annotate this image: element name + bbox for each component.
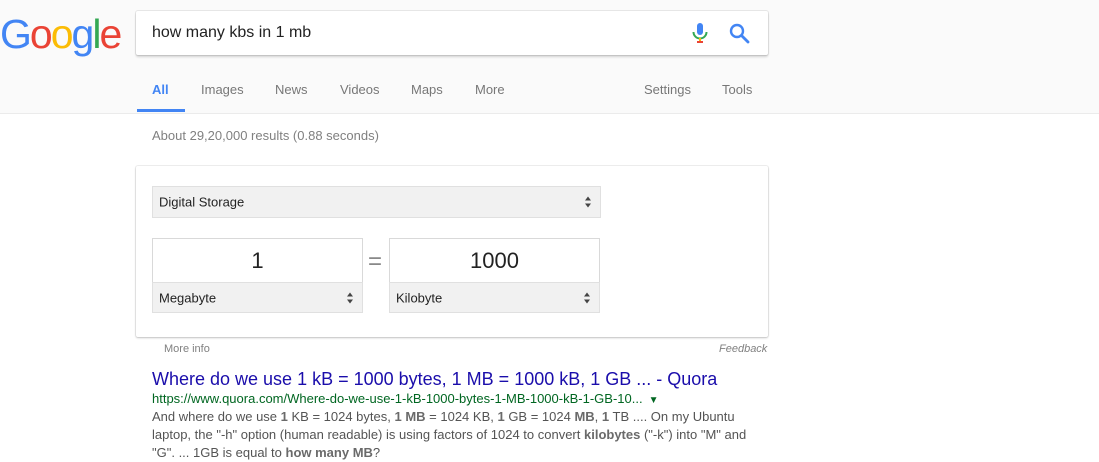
snippet-text: = 1024 KB, — [425, 409, 498, 424]
updown-icon — [347, 292, 353, 303]
to-unit-select[interactable]: Kilobyte — [389, 282, 600, 313]
from-value-input[interactable] — [152, 238, 363, 283]
active-tab-indicator — [137, 109, 185, 112]
feedback-link[interactable]: Feedback — [719, 343, 767, 355]
to-unit-label: Kilobyte — [396, 290, 443, 305]
tab-tools[interactable]: Tools — [722, 70, 752, 114]
more-info-link[interactable]: More info — [164, 343, 210, 355]
logo-letter: o — [29, 11, 53, 57]
updown-icon — [585, 196, 591, 208]
category-select[interactable]: Digital Storage — [152, 186, 601, 218]
snippet-text: 1 MB — [394, 409, 426, 424]
mic-icon[interactable] — [688, 21, 712, 45]
search-icon[interactable] — [727, 21, 751, 45]
google-logo[interactable]: Google — [0, 11, 122, 57]
snippet-text: 1 — [280, 409, 288, 424]
snippet-text: 1 — [497, 409, 505, 424]
result-stats: About 29,20,000 results (0.88 seconds) — [152, 128, 379, 143]
url-dropdown-caret-icon[interactable]: ▼ — [649, 395, 659, 406]
tab-settings[interactable]: Settings — [644, 70, 691, 114]
from-unit-select[interactable]: Megabyte — [152, 282, 363, 313]
snippet-text: And where do we use — [152, 409, 281, 424]
equals-sign: = — [368, 248, 383, 275]
tab-news[interactable]: News — [275, 70, 308, 114]
result-url-text: https://www.quora.com/Where-do-we-use-1-… — [152, 391, 643, 406]
category-select-label: Digital Storage — [159, 194, 245, 210]
snippet-text: KB = 1024 bytes, — [287, 409, 395, 424]
logo-letter: G — [0, 11, 32, 57]
updown-icon — [584, 292, 590, 303]
to-value-input[interactable] — [389, 238, 600, 283]
result-url: https://www.quora.com/Where-do-we-use-1-… — [152, 391, 658, 406]
from-unit-label: Megabyte — [159, 290, 217, 305]
snippet-text: MB — [574, 409, 595, 424]
logo-letter: l — [92, 11, 101, 57]
snippet-text: kilobytes — [583, 427, 641, 442]
tab-more[interactable]: More — [475, 70, 505, 114]
snippet-text: , — [594, 409, 602, 424]
tab-all[interactable]: All — [152, 70, 169, 114]
search-tabs: All Images News Videos Maps More Setting… — [0, 70, 1099, 114]
tab-videos[interactable]: Videos — [340, 70, 380, 114]
unit-converter: Digital Storage Megabyte = Kilobyte — [136, 166, 768, 337]
tab-images[interactable]: Images — [201, 70, 244, 114]
result-title-link[interactable]: Where do we use 1 kB = 1000 bytes, 1 MB … — [152, 369, 717, 390]
result-snippet: And where do we use 1 KB = 1024 bytes, 1… — [152, 408, 757, 462]
logo-letter: e — [99, 11, 122, 57]
tab-maps[interactable]: Maps — [411, 70, 443, 114]
logo-letter: g — [71, 11, 95, 57]
logo-letter: o — [50, 11, 74, 57]
snippet-text: GB = 1024 — [504, 409, 575, 424]
search-box — [136, 11, 768, 55]
search-input[interactable] — [152, 11, 672, 55]
header: Google All Images News Videos Maps More … — [0, 0, 1099, 114]
